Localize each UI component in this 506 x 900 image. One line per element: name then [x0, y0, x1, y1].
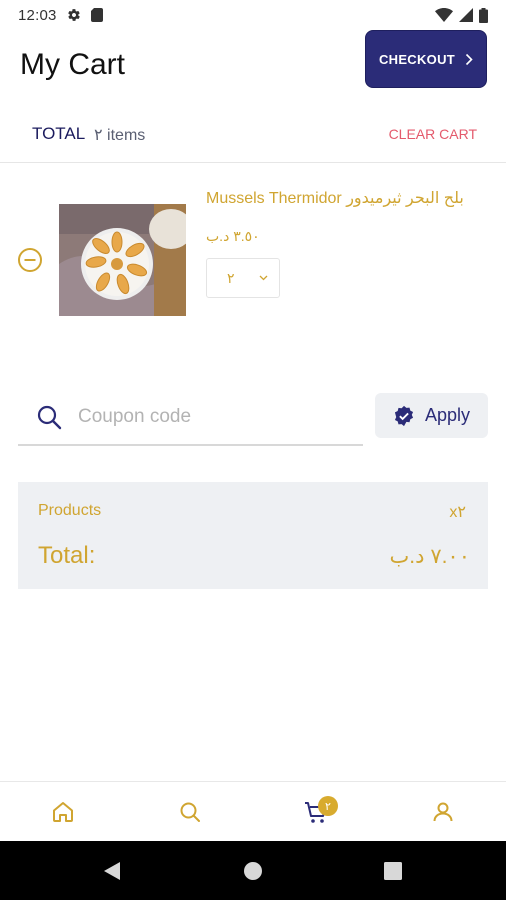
- bottom-nav: ٢: [0, 781, 506, 841]
- recents-icon[interactable]: [383, 861, 403, 881]
- product-image: [59, 204, 186, 316]
- chevron-right-icon: [465, 53, 473, 65]
- battery-icon: [479, 7, 488, 23]
- page-title: My Cart: [20, 48, 125, 81]
- system-nav-bar: [0, 841, 506, 900]
- quantity-value: ٢: [227, 269, 235, 286]
- chevron-down-icon: [259, 275, 267, 281]
- divider: [0, 162, 506, 163]
- coupon-input[interactable]: [78, 402, 348, 432]
- total-label: TOTAL: [32, 124, 86, 143]
- header: My Cart CHECKOUT: [0, 30, 506, 100]
- verified-badge-icon: [394, 405, 414, 426]
- total-amount-label: Total:: [38, 542, 96, 569]
- cart-badge: ٢: [318, 796, 338, 816]
- products-count: x٢: [449, 504, 466, 521]
- clear-cart-button[interactable]: CLEAR CART: [389, 126, 477, 142]
- status-bar: 12:03: [0, 0, 506, 30]
- checkout-button[interactable]: CHECKOUT: [365, 30, 487, 88]
- home-icon: [53, 801, 74, 822]
- nav-home[interactable]: [0, 782, 127, 841]
- cart-screen: 12:03 My Cart CHECKOUT TOTAL ٢ items CLE…: [0, 0, 506, 900]
- products-label: Products: [38, 502, 102, 519]
- nav-cart[interactable]: ٢: [253, 782, 380, 841]
- product-price: ٣.٥٠ د.ب: [206, 228, 260, 244]
- cart-total-row: TOTAL ٢ items CLEAR CART: [0, 118, 506, 148]
- user-icon: [433, 802, 453, 821]
- gear-icon: [67, 9, 80, 21]
- total-amount-value: ٧.٠٠ د.ب: [389, 545, 470, 568]
- back-icon[interactable]: [102, 861, 122, 881]
- nav-profile[interactable]: [380, 782, 506, 841]
- nav-search[interactable]: [127, 782, 254, 841]
- home-circle-icon[interactable]: [243, 861, 263, 881]
- wifi-icon: [435, 8, 453, 22]
- order-summary: Products x٢ Total: ٧.٠٠ د.ب: [18, 482, 488, 589]
- coupon-field: [18, 392, 363, 446]
- items-count: ٢ items: [94, 127, 146, 144]
- sim-card-icon: [90, 8, 103, 22]
- remove-item-icon[interactable]: [17, 247, 43, 273]
- signal-icon: [459, 8, 473, 22]
- search-icon: [180, 802, 200, 822]
- status-time: 12:03: [18, 6, 57, 24]
- search-icon: [37, 405, 62, 430]
- apply-label: Apply: [424, 405, 471, 425]
- cart-item: Mussels Thermidor بلح البحر ثيرميدور ٣.٥…: [0, 180, 506, 330]
- apply-coupon-button[interactable]: Apply: [375, 393, 488, 438]
- checkout-label: CHECKOUT: [378, 51, 456, 67]
- product-name: Mussels Thermidor بلح البحر ثيرميدور: [206, 190, 464, 207]
- quantity-select[interactable]: ٢: [206, 258, 280, 298]
